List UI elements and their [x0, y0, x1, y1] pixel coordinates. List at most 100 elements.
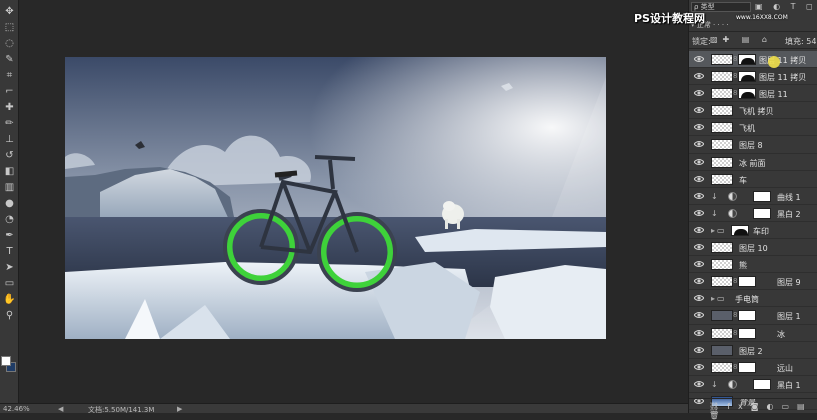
trash-icon[interactable]: 🗑	[709, 411, 727, 420]
layer-thumbnail[interactable]	[711, 242, 733, 254]
layer-name[interactable]: 冰 前面	[739, 158, 766, 169]
visibility-eye-icon[interactable]	[694, 243, 704, 251]
visibility-eye-icon[interactable]	[694, 329, 704, 337]
fill-value[interactable]: 填充: 54	[785, 36, 816, 47]
layer-row[interactable]: 8 远山	[689, 359, 817, 376]
visibility-eye-icon[interactable]	[694, 311, 704, 319]
layer-row[interactable]: 8冰	[689, 325, 817, 342]
visibility-eye-icon[interactable]	[694, 175, 704, 183]
layer-mask-thumbnail[interactable]	[738, 276, 756, 288]
foreground-color-swatch[interactable]	[1, 356, 11, 366]
layer-row[interactable]: 图层 2	[689, 342, 817, 359]
document-canvas[interactable]	[65, 57, 606, 339]
filter-icons[interactable]: ▣ ◐ T ◻	[755, 2, 817, 11]
zoom-level[interactable]: 42.46%	[3, 405, 30, 413]
layer-name[interactable]: 图层 2	[739, 346, 763, 357]
layer-row[interactable]: 8 图层 11 拷贝	[689, 51, 817, 69]
layer-mask-thumbnail[interactable]	[738, 71, 756, 83]
adjustment-layer-icon[interactable]	[728, 379, 737, 389]
layer-mask-thumbnail[interactable]	[738, 54, 756, 65]
group-folder-icon[interactable]: ▸ ▭	[711, 294, 725, 303]
canvas-workspace[interactable]	[19, 0, 687, 403]
eyedropper-icon[interactable]: ⌐	[2, 84, 17, 99]
quick-select-icon[interactable]: ✎	[2, 52, 17, 67]
layer-thumbnail[interactable]	[711, 105, 733, 117]
visibility-eye-icon[interactable]	[694, 260, 704, 268]
gradient-icon[interactable]: ▥	[2, 180, 17, 195]
layer-row[interactable]: ▸ ▭ 车印	[689, 222, 817, 240]
layer-row[interactable]: 8 图层 11 拷贝	[689, 68, 817, 86]
layer-thumbnail[interactable]	[711, 276, 733, 288]
layer-thumbnail[interactable]	[711, 88, 733, 100]
adjustment-icon[interactable]: ◐	[766, 402, 781, 411]
layer-thumbnail[interactable]	[711, 327, 733, 339]
pen-icon[interactable]: ✒	[2, 228, 17, 243]
layer-mask-thumbnail[interactable]	[753, 207, 771, 219]
layer-row[interactable]: ↓ 黑白 1	[689, 376, 817, 393]
shape-icon[interactable]: ▭	[2, 276, 17, 291]
layer-name[interactable]: 车印	[753, 226, 769, 237]
layer-thumbnail[interactable]	[711, 156, 733, 168]
layer-name[interactable]: 手电筒	[735, 294, 759, 305]
layer-row[interactable]: 冰 前面	[689, 154, 817, 171]
visibility-eye-icon[interactable]	[694, 294, 704, 302]
layer-thumbnail[interactable]	[711, 139, 733, 151]
group-folder-icon[interactable]: ▸ ▭	[711, 226, 725, 235]
layer-name[interactable]: 图层 11	[759, 89, 788, 100]
adjustment-layer-icon[interactable]	[728, 208, 737, 218]
crop-icon[interactable]: ⌗	[2, 68, 17, 83]
visibility-eye-icon[interactable]	[694, 226, 704, 234]
hand-icon[interactable]: ✋	[2, 292, 17, 307]
layer-row[interactable]: 图层 8	[689, 136, 817, 154]
blur-icon[interactable]: ●	[2, 196, 17, 211]
lasso-icon[interactable]: ◌	[2, 36, 17, 51]
layer-name[interactable]: 图层 11 拷贝	[759, 55, 806, 66]
layer-thumbnail[interactable]	[711, 122, 733, 134]
visibility-eye-icon[interactable]	[694, 380, 704, 388]
layer-name[interactable]: 冰	[777, 329, 785, 340]
path-select-icon[interactable]: ➤	[2, 260, 17, 275]
layer-name[interactable]: 图层 1	[777, 311, 801, 322]
marquee-icon[interactable]: ⬚	[2, 20, 17, 35]
visibility-eye-icon[interactable]	[694, 140, 704, 148]
visibility-eye-icon[interactable]	[694, 346, 704, 354]
layer-mask-thumbnail[interactable]	[753, 378, 771, 390]
visibility-eye-icon[interactable]	[694, 209, 704, 217]
clone-stamp-icon[interactable]: ⊥	[2, 132, 17, 147]
folder-icon[interactable]: ▭	[781, 402, 797, 411]
visibility-eye-icon[interactable]	[694, 192, 704, 200]
layer-thumbnail[interactable]	[711, 344, 733, 356]
eraser-icon[interactable]: ◧	[2, 164, 17, 179]
layer-name[interactable]: 飞机 拷贝	[739, 106, 774, 117]
fx-icon[interactable]: fx	[727, 402, 751, 411]
layer-row[interactable]: 图层 10	[689, 239, 817, 257]
visibility-eye-icon[interactable]	[694, 72, 704, 80]
layer-row[interactable]: 飞机 拷贝	[689, 102, 817, 120]
layer-thumbnail[interactable]	[711, 259, 733, 271]
dodge-icon[interactable]: ◔	[2, 212, 17, 227]
zoom-icon[interactable]: ⚲	[2, 308, 17, 323]
visibility-eye-icon[interactable]	[694, 55, 704, 63]
layer-thumbnail[interactable]	[711, 173, 733, 185]
layer-name[interactable]: 车	[739, 175, 747, 186]
layer-row[interactable]: 熊	[689, 256, 817, 274]
layer-row[interactable]: ↓ 曲线 1	[689, 188, 817, 205]
layer-row[interactable]: ↓ 黑白 2	[689, 205, 817, 222]
visibility-eye-icon[interactable]	[694, 158, 704, 166]
adjustment-layer-icon[interactable]	[728, 191, 737, 201]
layer-row[interactable]: 飞机	[689, 119, 817, 137]
layer-mask-thumbnail[interactable]	[738, 88, 756, 100]
layer-mask-thumbnail[interactable]	[738, 327, 756, 339]
visibility-eye-icon[interactable]	[694, 123, 704, 131]
layer-name[interactable]: 飞机	[739, 123, 755, 134]
layer-mask-thumbnail[interactable]	[753, 190, 771, 202]
layer-row[interactable]: 8 图层 11	[689, 85, 817, 103]
layer-name[interactable]: 图层 9	[777, 277, 801, 288]
layer-name[interactable]: 黑白 2	[777, 209, 801, 220]
layer-name[interactable]: 图层 10	[739, 243, 768, 254]
layer-name[interactable]: 图层 11 拷贝	[759, 72, 806, 83]
mask-icon[interactable]: ◙	[751, 402, 767, 411]
brush-icon[interactable]: ✏	[2, 116, 17, 131]
visibility-eye-icon[interactable]	[694, 89, 704, 97]
link-icon[interactable]: ⛓	[709, 402, 727, 411]
